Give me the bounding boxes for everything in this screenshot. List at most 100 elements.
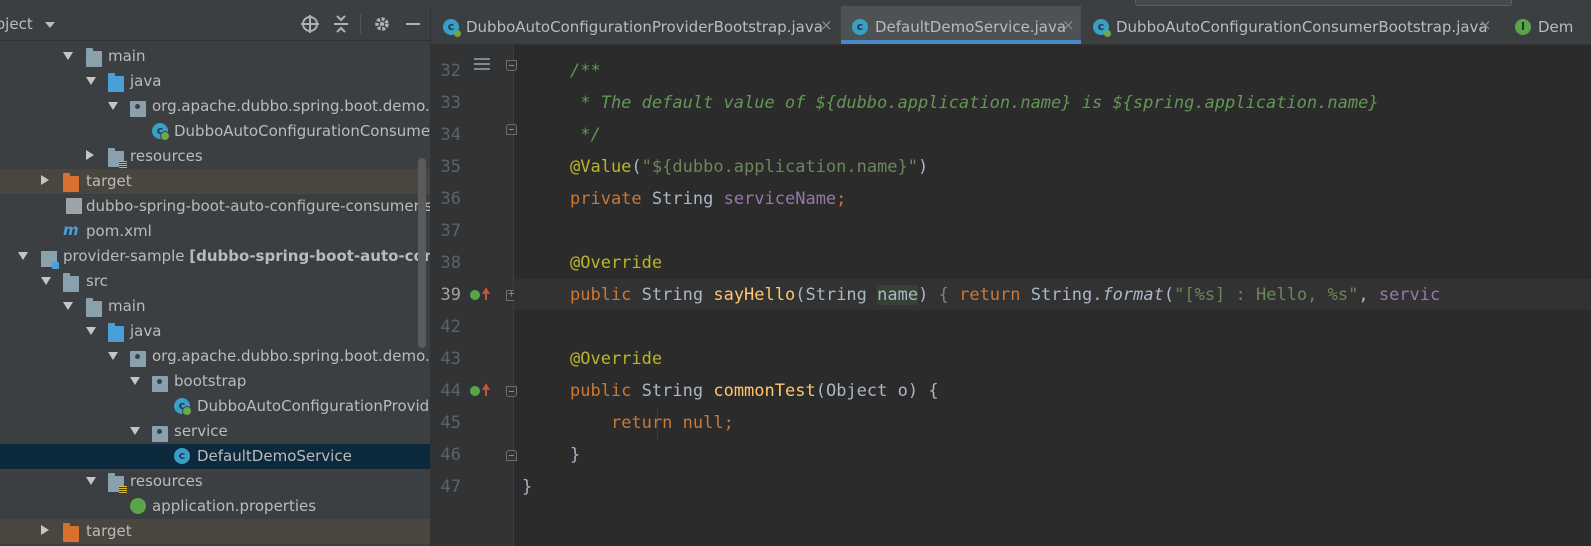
tree-item[interactable]: java <box>0 69 430 94</box>
tree-item-label: resources <box>130 147 203 165</box>
locate-target-icon[interactable] <box>300 14 320 34</box>
gear-icon[interactable] <box>372 14 392 34</box>
override-arrow-up-icon[interactable] <box>482 287 490 300</box>
code-line-34: */ <box>570 125 601 145</box>
tree-item[interactable]: target <box>0 169 430 194</box>
tree-item-label: pom.xml <box>86 222 152 240</box>
folder-icon <box>86 48 102 67</box>
render-doc-icon[interactable] <box>474 58 490 72</box>
line-number: 32 <box>440 61 461 81</box>
close-tab-icon[interactable]: × <box>1479 16 1492 34</box>
tree-item[interactable]: m pom.xml <box>0 219 430 244</box>
expand-chevron-down-icon[interactable] <box>63 302 73 310</box>
spring-properties-icon <box>130 498 146 514</box>
tree-item[interactable]: application.properties <box>0 494 430 519</box>
spring-boot-class-icon: c <box>1093 19 1111 37</box>
hide-panel-minimize-icon[interactable] <box>403 14 423 34</box>
tree-item-label: provider-sample <box>63 247 185 265</box>
tree-item-label: service <box>174 422 228 440</box>
tab-provider-bootstrap[interactable]: c DubboAutoConfigurationProviderBootstra… <box>431 6 840 44</box>
code-line-44: public String commonTest(Object o) { <box>570 381 939 401</box>
tab-default-demo-service[interactable]: c DefaultDemoService.java × <box>841 6 1081 44</box>
tree-item-label: java <box>130 322 162 340</box>
tree-item-label: bootstrap <box>174 372 247 390</box>
module-name-label: [dubbo-spring-boot-auto-config <box>189 247 431 265</box>
tree-item-label: DubboAutoConfigurationProvide <box>197 397 431 415</box>
tree-item[interactable]: dubbo-spring-boot-auto-configure-consume… <box>0 194 430 219</box>
tree-item[interactable]: c DubboAutoConfigurationConsumer <box>0 119 430 144</box>
expand-chevron-right-icon[interactable] <box>86 150 94 160</box>
project-panel-scrollbar[interactable] <box>418 158 426 348</box>
project-view-title[interactable]: oject <box>0 15 33 33</box>
implements-method-icon[interactable] <box>470 386 480 396</box>
excluded-folder-icon <box>63 173 79 192</box>
close-tab-icon[interactable]: × <box>1062 16 1075 34</box>
tree-item[interactable]: main <box>0 44 430 69</box>
project-tool-window: oject main java org.apache.dubbo.spring.… <box>0 6 431 546</box>
spring-boot-class-icon: c <box>152 123 170 141</box>
line-number: 36 <box>440 189 461 209</box>
code-line-46: } <box>570 445 581 465</box>
package-icon <box>130 101 146 117</box>
tree-item[interactable]: main <box>0 294 430 319</box>
expand-chevron-down-icon[interactable] <box>130 427 140 435</box>
tree-item-label: src <box>86 272 108 290</box>
line-number: 35 <box>440 157 461 177</box>
line-number: 44 <box>440 381 461 401</box>
expand-chevron-down-icon[interactable] <box>63 52 73 60</box>
tree-item[interactable]: resources <box>0 144 430 169</box>
expand-chevron-down-icon[interactable] <box>108 352 118 360</box>
code-line-33: * The default value of ${dubbo.applicati… <box>570 93 1379 113</box>
tree-item[interactable]: target <box>0 519 430 544</box>
line-number: 45 <box>440 413 461 433</box>
tree-item[interactable]: resources <box>0 469 430 494</box>
tree-item-label: DefaultDemoService <box>197 447 352 465</box>
tree-item[interactable]: bootstrap <box>0 369 430 394</box>
line-number: 33 <box>440 93 461 113</box>
override-arrow-up-icon[interactable] <box>482 383 490 396</box>
module-folder-icon <box>41 251 59 269</box>
code-area[interactable]: /** * The default value of ${dubbo.appli… <box>514 45 1591 546</box>
spring-boot-class-icon: c <box>443 19 461 37</box>
expand-chevron-down-icon[interactable] <box>108 102 118 110</box>
excluded-folder-icon <box>63 523 79 542</box>
tree-item-label: target <box>86 172 132 190</box>
implements-method-icon[interactable] <box>470 290 480 300</box>
tab-label: DubboAutoConfigurationConsumerBootstrap.… <box>1116 18 1488 36</box>
folder-icon <box>63 273 79 292</box>
view-selector-chevron-down-icon[interactable] <box>45 22 55 28</box>
code-line-35: @Value("${dubbo.application.name}") <box>570 157 929 177</box>
tree-item-label: application.properties <box>152 497 317 515</box>
tree-item[interactable]: src <box>0 269 430 294</box>
tree-item-label: org.apache.dubbo.spring.boot.demo.c <box>152 97 431 115</box>
expand-chevron-down-icon[interactable] <box>86 327 96 335</box>
expand-chevron-down-icon[interactable] <box>86 477 96 485</box>
close-tab-icon[interactable]: × <box>820 16 833 34</box>
line-number: 37 <box>440 221 461 241</box>
expand-chevron-down-icon[interactable] <box>130 377 140 385</box>
tree-item-selected[interactable]: c DefaultDemoService <box>0 444 430 469</box>
tree-item[interactable]: service <box>0 419 430 444</box>
tree-item[interactable]: org.apache.dubbo.spring.boot.demo.p <box>0 344 430 369</box>
tree-item[interactable]: java <box>0 319 430 344</box>
expand-chevron-down-icon[interactable] <box>86 77 96 85</box>
tab-consumer-bootstrap[interactable]: c DubboAutoConfigurationConsumerBootstra… <box>1082 6 1502 44</box>
folder-icon <box>86 298 102 317</box>
line-number-current: 39 <box>440 285 461 305</box>
tree-item-label: main <box>108 47 146 65</box>
expand-chevron-right-icon[interactable] <box>41 175 49 185</box>
header-divider <box>360 14 361 34</box>
collapse-all-icon[interactable] <box>331 14 351 34</box>
expand-chevron-down-icon[interactable] <box>41 277 51 285</box>
tree-item-label: DubboAutoConfigurationConsumer <box>174 122 431 140</box>
tab-demo-service[interactable]: I Dem <box>1503 6 1591 44</box>
code-line-43: @Override <box>570 349 663 369</box>
tree-item-label: org.apache.dubbo.spring.boot.demo.p <box>152 347 431 365</box>
line-number: 46 <box>440 445 461 465</box>
tree-item-label: resources <box>130 472 203 490</box>
tree-item[interactable]: c DubboAutoConfigurationProvide <box>0 394 430 419</box>
tree-item[interactable]: org.apache.dubbo.spring.boot.demo.c <box>0 94 430 119</box>
expand-chevron-down-icon[interactable] <box>18 252 28 260</box>
expand-chevron-right-icon[interactable] <box>41 525 49 535</box>
tree-item[interactable]: provider-sample [dubbo-spring-boot-auto-… <box>0 244 430 269</box>
